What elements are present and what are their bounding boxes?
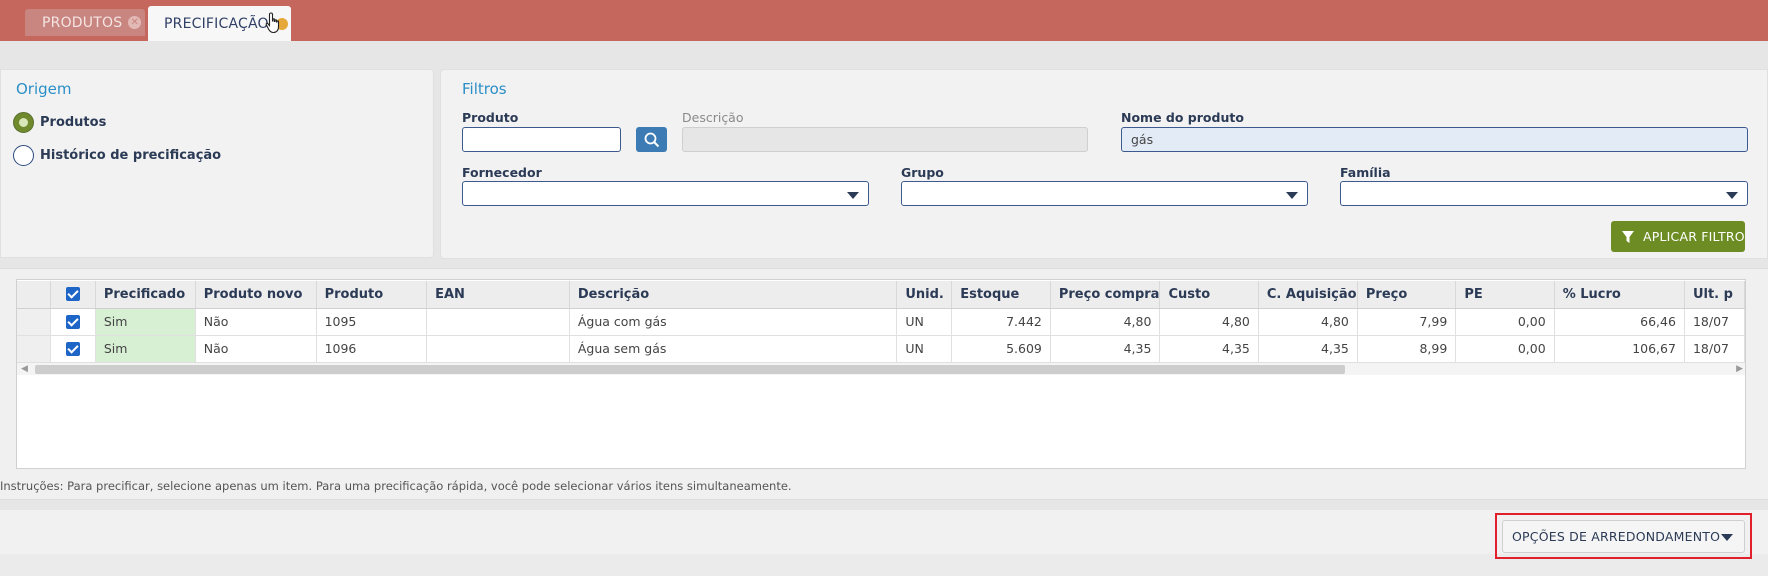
- cell-estoque[interactable]: 5.609: [951, 335, 1051, 363]
- tab-precificacao-label: PRECIFICAÇÃO: [164, 15, 269, 32]
- grid-area: Precificado Produto novo Produto EAN Des…: [0, 268, 1768, 500]
- checkbox-checked-icon[interactable]: [66, 342, 81, 357]
- column-header[interactable]: Preço compra: [1050, 281, 1161, 309]
- scroll-right-icon[interactable]: ▶: [1736, 364, 1743, 374]
- column-header[interactable]: Preço: [1357, 281, 1457, 309]
- cell-preco-compra[interactable]: 4,80: [1050, 308, 1161, 336]
- radio-historico-label: Histórico de precificação: [40, 148, 222, 163]
- chevron-down-icon: [847, 192, 859, 199]
- scrollbar-thumb[interactable]: [35, 365, 1345, 374]
- radio-produtos-label: Produtos: [40, 115, 107, 130]
- row-checkbox[interactable]: [50, 308, 96, 336]
- column-header[interactable]: Estoque: [951, 281, 1051, 309]
- column-header[interactable]: Precificado: [95, 281, 196, 309]
- familia-select[interactable]: [1340, 181, 1748, 206]
- filtros-panel: Filtros Produto Descrição Nome do produt…: [440, 69, 1768, 259]
- radio-historico[interactable]: Histórico de precificação: [13, 145, 221, 166]
- cell-pe[interactable]: 0,00: [1455, 335, 1555, 363]
- cell-descricao[interactable]: Água sem gás: [569, 335, 898, 363]
- column-header[interactable]: C. Aquisição: [1258, 281, 1358, 309]
- cell-produto-novo[interactable]: Não: [195, 335, 317, 363]
- cell-ult-p[interactable]: 18/07: [1684, 308, 1745, 336]
- chevron-down-icon: [1726, 192, 1738, 199]
- tab-produtos[interactable]: PRODUTOS ✕: [25, 9, 145, 36]
- scroll-left-icon[interactable]: ◀: [21, 364, 28, 374]
- descricao-input: [682, 127, 1088, 152]
- nome-produto-input[interactable]: gás: [1121, 127, 1748, 152]
- origem-panel: Origem Produtos Histórico de precificaçã…: [0, 69, 434, 258]
- familia-label: Família: [1340, 165, 1391, 180]
- cell-precificado[interactable]: Sim: [95, 308, 196, 336]
- column-header[interactable]: Descrição: [569, 281, 898, 309]
- filtros-title: Filtros: [462, 80, 507, 98]
- column-header[interactable]: Unid.: [896, 281, 953, 309]
- cell-preco[interactable]: 8,99: [1357, 335, 1457, 363]
- cell-produto[interactable]: 1095: [316, 308, 428, 336]
- produto-input[interactable]: [462, 127, 621, 152]
- column-header[interactable]: Produto: [316, 281, 428, 309]
- cell-lucro[interactable]: 106,67: [1554, 335, 1685, 363]
- cell-pe[interactable]: 0,00: [1455, 308, 1555, 336]
- checkbox-checked-icon[interactable]: [66, 287, 81, 302]
- cell-precificado[interactable]: Sim: [95, 335, 196, 363]
- cell-ult-p[interactable]: 18/07: [1684, 335, 1745, 363]
- fornecedor-label: Fornecedor: [462, 165, 542, 180]
- column-header[interactable]: EAN: [426, 281, 570, 309]
- produto-label: Produto: [462, 110, 519, 125]
- highlight-box: [1495, 513, 1752, 559]
- filter-icon: [1622, 230, 1634, 243]
- column-header[interactable]: Custo: [1159, 281, 1259, 309]
- top-tab-bar: PRODUTOS ✕ PRECIFICAÇÃO: [0, 0, 1768, 41]
- search-button[interactable]: [636, 127, 667, 152]
- radio-unselected-icon[interactable]: [13, 145, 34, 166]
- cell-c-aquisicao[interactable]: 4,35: [1258, 335, 1358, 363]
- column-header[interactable]: % Lucro: [1554, 281, 1685, 309]
- origem-title: Origem: [16, 80, 72, 98]
- grupo-label: Grupo: [901, 165, 944, 180]
- row-header[interactable]: [17, 308, 52, 336]
- select-all-checkbox[interactable]: [50, 281, 96, 309]
- horizontal-scrollbar[interactable]: ◀ ▶: [17, 363, 1745, 375]
- cell-produto-novo[interactable]: Não: [195, 308, 317, 336]
- tab-produtos-label: PRODUTOS: [42, 14, 123, 31]
- nome-produto-label: Nome do produto: [1121, 110, 1244, 125]
- cell-lucro[interactable]: 66,46: [1554, 308, 1685, 336]
- grupo-select[interactable]: [901, 181, 1308, 206]
- column-header[interactable]: Produto novo: [195, 281, 317, 309]
- chevron-down-icon: [1286, 192, 1298, 199]
- instructions-text: Instruções: Para precificar, selecione a…: [0, 479, 792, 493]
- cell-custo[interactable]: 4,80: [1159, 308, 1259, 336]
- cell-preco[interactable]: 7,99: [1357, 308, 1457, 336]
- column-header[interactable]: PE: [1455, 281, 1555, 309]
- cell-custo[interactable]: 4,35: [1159, 335, 1259, 363]
- row-checkbox[interactable]: [50, 335, 96, 363]
- row-header-corner: [17, 281, 52, 309]
- close-icon[interactable]: ✕: [128, 16, 142, 29]
- cell-preco-compra[interactable]: 4,35: [1050, 335, 1161, 363]
- apply-filter-label: APLICAR FILTRO: [1643, 229, 1745, 244]
- cell-estoque[interactable]: 7.442: [951, 308, 1051, 336]
- radio-produtos[interactable]: Produtos: [13, 112, 106, 133]
- column-header[interactable]: Ult. p: [1684, 281, 1745, 309]
- cell-descricao[interactable]: Água com gás: [569, 308, 898, 336]
- checkbox-checked-icon[interactable]: [66, 315, 81, 330]
- search-icon: [644, 132, 659, 147]
- cell-produto[interactable]: 1096: [316, 335, 428, 363]
- products-grid: Precificado Produto novo Produto EAN Des…: [16, 279, 1746, 469]
- table-row[interactable]: Sim Não 1096 Água sem gás UN 5.609 4,35 …: [17, 335, 1745, 363]
- row-header[interactable]: [17, 335, 52, 363]
- cell-unid[interactable]: UN: [896, 335, 953, 363]
- cell-ean[interactable]: [426, 335, 570, 363]
- apply-filter-button[interactable]: APLICAR FILTRO: [1611, 221, 1745, 252]
- table-header-row: Precificado Produto novo Produto EAN Des…: [17, 281, 1745, 309]
- cell-c-aquisicao[interactable]: 4,80: [1258, 308, 1358, 336]
- cell-ean[interactable]: [426, 308, 570, 336]
- cell-unid[interactable]: UN: [896, 308, 953, 336]
- hand-pointer-icon: [265, 12, 280, 34]
- products-table: Precificado Produto novo Produto EAN Des…: [17, 281, 1745, 363]
- fornecedor-select[interactable]: [462, 181, 869, 206]
- table-row[interactable]: Sim Não 1095 Água com gás UN 7.442 4,80 …: [17, 308, 1745, 336]
- radio-selected-icon[interactable]: [13, 112, 34, 133]
- descricao-label: Descrição: [682, 110, 744, 125]
